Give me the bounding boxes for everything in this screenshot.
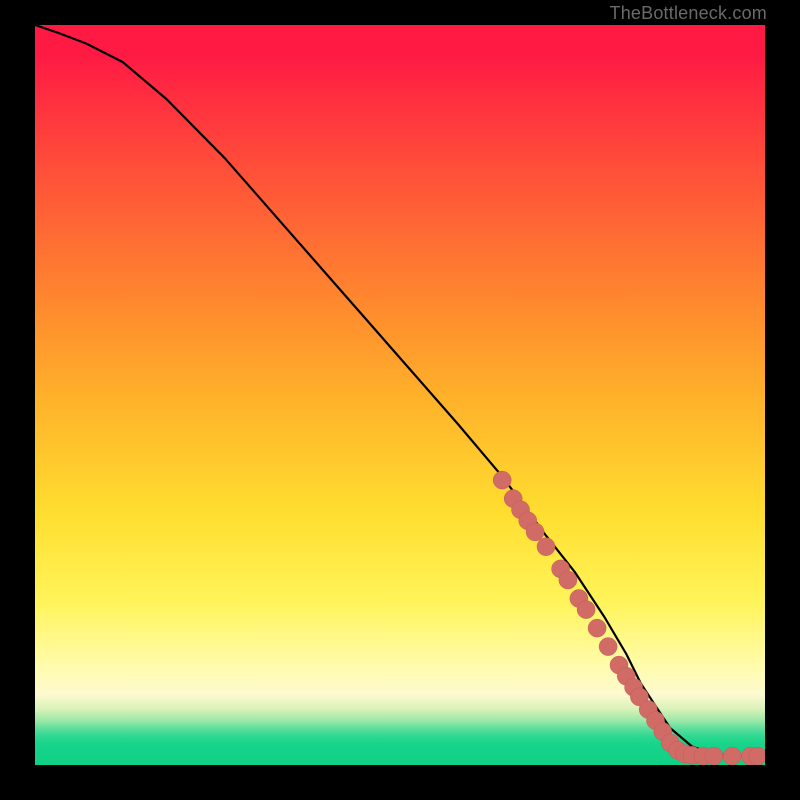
curve-marker <box>537 538 555 556</box>
bottleneck-curve <box>35 25 765 756</box>
curve-layer <box>35 25 765 765</box>
plot-area <box>35 25 765 765</box>
curve-marker <box>577 601 595 619</box>
curve-marker <box>723 747 741 765</box>
curve-marker <box>599 638 617 656</box>
chart-frame: TheBottleneck.com <box>0 0 800 800</box>
curve-marker <box>493 471 511 489</box>
curve-marker <box>749 747 765 765</box>
curve-marker <box>588 619 606 637</box>
curve-marker <box>559 571 577 589</box>
curve-marker <box>526 523 544 541</box>
curve-marker <box>705 747 723 765</box>
watermark-label: TheBottleneck.com <box>610 3 767 24</box>
curve-markers <box>493 471 765 765</box>
